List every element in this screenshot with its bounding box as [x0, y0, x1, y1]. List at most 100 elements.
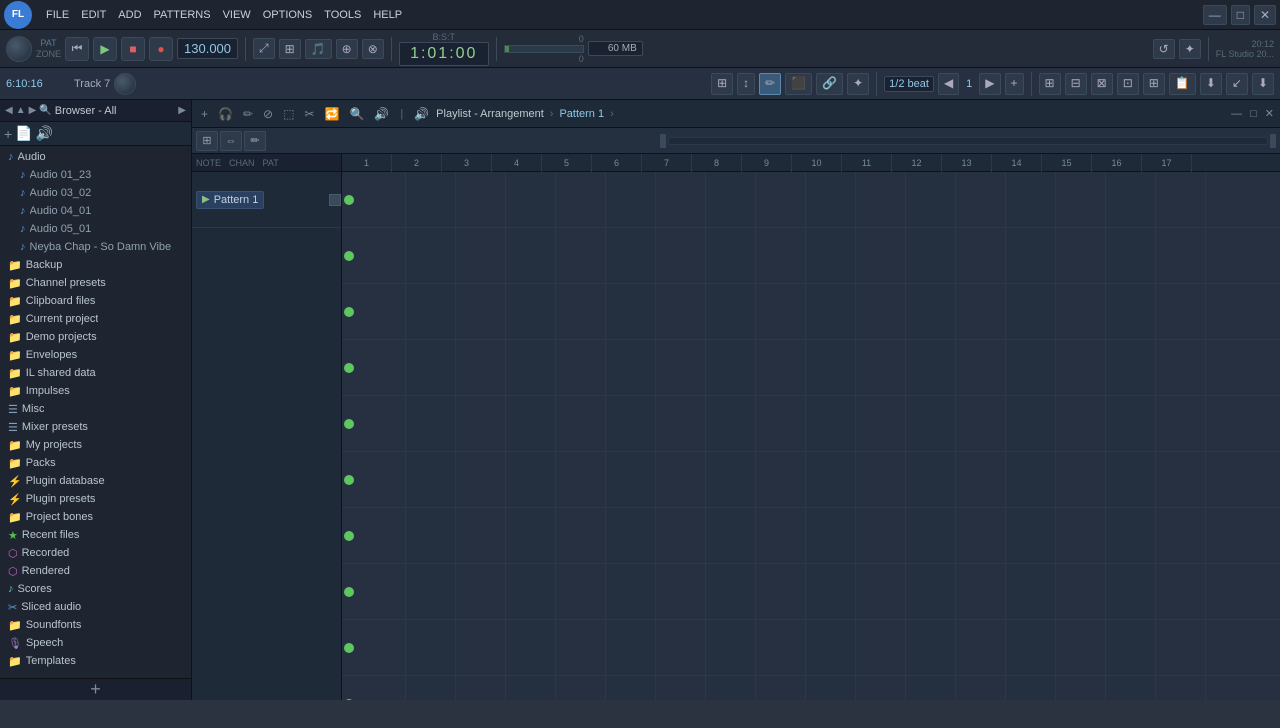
grid-cell[interactable] — [906, 620, 956, 675]
grid-cell[interactable] — [1006, 228, 1056, 283]
browser-item[interactable]: ♪ Scores — [0, 580, 191, 598]
grid-cell[interactable] — [756, 452, 806, 507]
bpm-display[interactable]: 130.000 — [177, 38, 238, 59]
grid-cell[interactable] — [956, 172, 1006, 227]
grid-cell[interactable] — [1156, 284, 1206, 339]
mixer-btn[interactable]: ⊞ — [1039, 73, 1061, 95]
scroll-right-btn[interactable] — [1270, 134, 1276, 148]
minimize-btn[interactable]: — — [1203, 5, 1227, 25]
grid-cell[interactable] — [356, 284, 406, 339]
grid-cell[interactable] — [806, 452, 856, 507]
grid-cell[interactable] — [556, 228, 606, 283]
grid-cell[interactable] — [806, 564, 856, 619]
browser-item[interactable]: ♪ Audio 03_02 — [0, 184, 191, 202]
restart-btn[interactable]: ↺ — [1153, 39, 1175, 59]
grid-cell[interactable] — [606, 340, 656, 395]
grid-cell[interactable] — [806, 620, 856, 675]
browser-nav-back[interactable]: ◀ — [5, 105, 13, 116]
grid-cell[interactable] — [556, 676, 606, 700]
grid-cell[interactable] — [1056, 228, 1106, 283]
ptb-draw2-btn[interactable]: ✏ — [244, 131, 266, 151]
grid-cell[interactable] — [656, 508, 706, 563]
grid-cell[interactable] — [806, 396, 856, 451]
grid-cell[interactable] — [956, 396, 1006, 451]
grid-cell[interactable] — [706, 676, 756, 700]
menu-edit[interactable]: EDIT — [75, 7, 112, 23]
grid-cell[interactable] — [906, 564, 956, 619]
playlist-select-btn[interactable]: ⬚ — [280, 106, 297, 122]
grid-cell[interactable] — [1106, 564, 1156, 619]
grid-cell[interactable] — [406, 172, 456, 227]
play-btn[interactable]: ▶ — [93, 37, 117, 61]
grid-cell[interactable] — [456, 396, 506, 451]
grid-cell[interactable] — [1056, 452, 1106, 507]
grid-cell[interactable] — [406, 676, 456, 700]
grid-cell[interactable] — [906, 676, 956, 700]
grid-cell[interactable] — [456, 508, 506, 563]
grid-cell[interactable] — [1106, 396, 1156, 451]
grid-cell[interactable] — [506, 508, 556, 563]
transport-icon-5[interactable]: ⊗ — [362, 39, 384, 59]
grid-cell[interactable] — [956, 676, 1006, 700]
browser-item[interactable]: 🎙 Speech — [0, 634, 191, 652]
piano-btn[interactable]: ⬛ — [785, 73, 812, 95]
grid-area[interactable]: 1234567891011121314151617 — [342, 154, 1280, 700]
grid-cell[interactable] — [906, 452, 956, 507]
grid-cell[interactable] — [406, 564, 456, 619]
grid-cell[interactable] — [856, 396, 906, 451]
grid-cell[interactable] — [856, 284, 906, 339]
grid-cell[interactable] — [656, 284, 706, 339]
grid-cell[interactable] — [856, 228, 906, 283]
grid-cell[interactable] — [756, 620, 806, 675]
grid-cell[interactable] — [756, 340, 806, 395]
grid-cell[interactable] — [406, 228, 456, 283]
grid-cell[interactable] — [1006, 620, 1056, 675]
grid-cell[interactable] — [706, 340, 756, 395]
grid-cell[interactable] — [756, 564, 806, 619]
browser-item[interactable]: 📁 My projects — [0, 436, 191, 454]
pattern-item-1[interactable]: ▶ Pattern 1 — [196, 191, 264, 209]
beat-dropdown[interactable]: 1/2 beat — [884, 76, 934, 92]
grid-cell[interactable] — [456, 620, 506, 675]
grid-cell[interactable] — [906, 396, 956, 451]
beat-next[interactable]: ▶ — [979, 73, 1000, 95]
grid-cell[interactable] — [606, 452, 656, 507]
scene-btn[interactable]: ⊞ — [1143, 73, 1165, 95]
grid-cell[interactable] — [1156, 564, 1206, 619]
download-btn[interactable]: ⬇ — [1252, 73, 1274, 95]
grid-cell[interactable] — [1056, 508, 1106, 563]
grid-cell[interactable] — [356, 340, 406, 395]
piano-roll-btn[interactable]: ↕ — [737, 73, 755, 95]
grid-cell[interactable] — [706, 508, 756, 563]
grid-cell[interactable] — [506, 452, 556, 507]
grid-cell[interactable] — [1156, 452, 1206, 507]
grid-cell[interactable] — [1006, 676, 1056, 700]
playlist-cut-btn[interactable]: ✂ — [301, 106, 317, 122]
grid-cell[interactable] — [1156, 396, 1206, 451]
grid-cell[interactable] — [456, 172, 506, 227]
scroll-left-btn[interactable] — [660, 134, 666, 148]
grid-cell[interactable] — [606, 396, 656, 451]
browser-item[interactable]: ⬡ Rendered — [0, 562, 191, 580]
grid-cell[interactable] — [806, 676, 856, 700]
beat-prev[interactable]: ◀ — [938, 73, 959, 95]
browser-expand-icon[interactable]: ▶ — [178, 105, 186, 116]
grid-cell[interactable] — [1106, 452, 1156, 507]
grid-cell[interactable] — [1156, 172, 1206, 227]
grid-cell[interactable] — [906, 228, 956, 283]
grid-cell[interactable] — [1006, 564, 1056, 619]
grid-cell[interactable] — [956, 564, 1006, 619]
grid-cell[interactable] — [1006, 508, 1056, 563]
browser-item[interactable]: ☰ Misc — [0, 400, 191, 418]
transport-icon-1[interactable]: ⤢ — [253, 38, 275, 59]
grid-cell[interactable] — [706, 396, 756, 451]
grid-cell[interactable] — [1106, 676, 1156, 700]
grid-cell[interactable] — [806, 172, 856, 227]
clip-btn[interactable]: 📋 — [1169, 73, 1196, 95]
grid-cell[interactable] — [556, 452, 606, 507]
grid-cell[interactable] — [1056, 172, 1106, 227]
grid-cell[interactable] — [856, 676, 906, 700]
transport-icon-4[interactable]: ⊕ — [336, 39, 358, 59]
browser-add-icon[interactable]: + — [4, 126, 12, 142]
playlist-speaker2-btn[interactable]: 🔊 — [411, 106, 432, 122]
